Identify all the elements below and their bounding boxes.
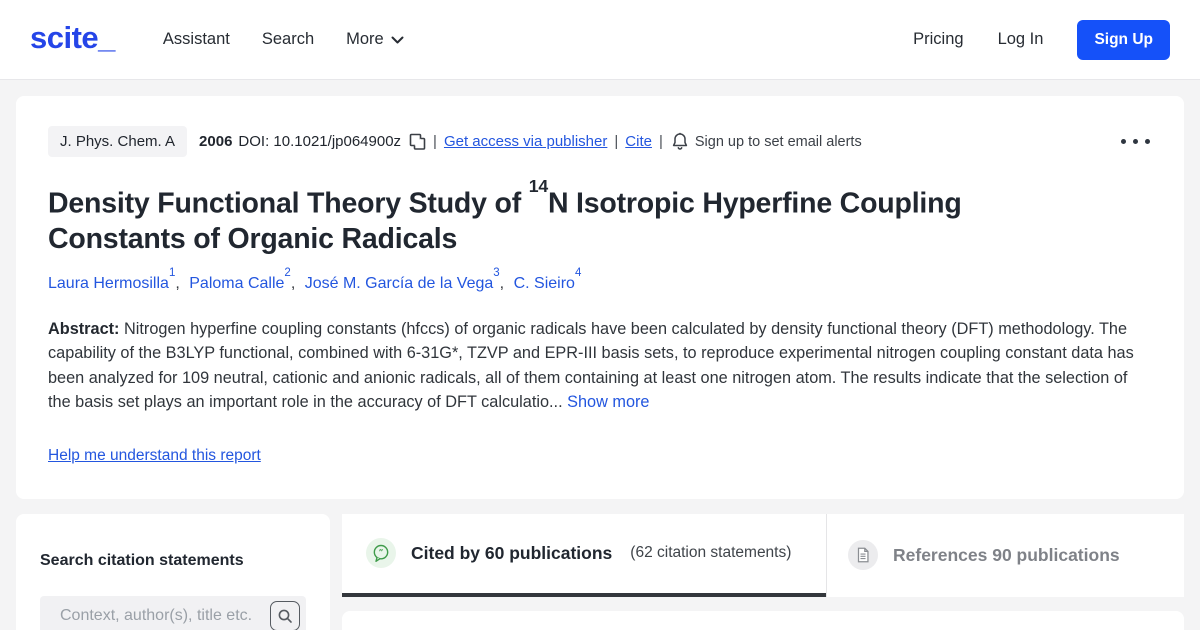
abstract-label: Abstract: [48,320,119,338]
top-navbar: scite_ Assistant Search More Pricing Log… [0,0,1200,80]
nav-search[interactable]: Search [262,30,314,49]
separator: | [614,133,618,150]
separator: , [175,275,179,292]
citation-search-heading: Search citation statements [40,552,306,570]
bottom-row: Search citation statements [16,514,1184,630]
citations-section: ” Cited by 60 publications (62 citation … [342,514,1184,630]
get-access-link[interactable]: Get access via publisher [444,133,607,150]
bell-icon [672,132,688,151]
citation-search-input[interactable] [52,607,270,625]
more-options-icon[interactable] [1119,135,1152,148]
citation-search-box [40,596,306,630]
quote-bubble-icon: ” [366,538,396,568]
copy-doi-button[interactable] [409,133,426,151]
svg-text:”: ” [379,547,384,557]
isotope-superscript: 14 [529,176,548,196]
signup-button[interactable]: Sign Up [1077,20,1170,60]
tab-references[interactable]: References 90 publications [826,514,1184,597]
author-list: Laura Hermosilla1, Paloma Calle2, José M… [48,273,1152,293]
chevron-down-icon [391,36,404,44]
separator: | [659,133,663,150]
copy-icon [409,133,426,151]
nav-login[interactable]: Log In [998,30,1044,49]
author-link[interactable]: Paloma Calle2 [189,275,291,292]
citation-search-panel: Search citation statements [16,514,330,630]
separator: , [500,275,504,292]
email-alerts-control[interactable]: Sign up to set email alerts [672,132,862,151]
nav-pricing[interactable]: Pricing [913,30,963,49]
paper-title: Density Functional Theory Study of 14N I… [48,179,1058,257]
tabs: ” Cited by 60 publications (62 citation … [342,514,1184,597]
author-link[interactable]: Laura Hermosilla1 [48,275,175,292]
nav-right-group: Pricing Log In Sign Up [913,20,1170,60]
author-link[interactable]: José M. García de la Vega3 [305,275,500,292]
document-icon [848,540,878,570]
citation-search-button[interactable] [270,601,300,630]
cited-by-label: Cited by 60 publications [411,543,612,564]
citation-statements-count: (62 citation statements) [630,544,791,562]
nav-assistant[interactable]: Assistant [163,30,230,49]
nav-more-label: More [346,30,384,49]
help-me-understand-link[interactable]: Help me understand this report [48,447,261,465]
abstract: Abstract: Nitrogen hyperfine coupling co… [48,317,1152,415]
search-icon [277,608,293,624]
journal-badge: J. Phys. Chem. A [48,126,187,157]
references-label: References 90 publications [893,545,1120,566]
paper-meta-row: J. Phys. Chem. A 2006 DOI: 10.1021/jp064… [48,126,1152,157]
citation-results-card [342,611,1184,630]
tab-cited-by[interactable]: ” Cited by 60 publications (62 citation … [342,514,826,597]
show-more-link[interactable]: Show more [567,393,649,411]
author-link[interactable]: C. Sieiro4 [514,275,582,292]
page-body: J. Phys. Chem. A 2006 DOI: 10.1021/jp064… [0,80,1200,630]
separator: , [291,275,295,292]
nav-more[interactable]: More [346,30,404,49]
paper-card: J. Phys. Chem. A 2006 DOI: 10.1021/jp064… [16,96,1184,499]
cite-link[interactable]: Cite [625,133,652,150]
primary-nav: Assistant Search More [163,30,404,49]
email-alerts-label: Sign up to set email alerts [695,134,862,150]
separator: | [433,133,437,150]
doi-text: DOI: 10.1021/jp064900z [238,133,401,150]
scite-logo[interactable]: scite_ [30,20,115,56]
publication-year: 2006 [199,133,232,150]
